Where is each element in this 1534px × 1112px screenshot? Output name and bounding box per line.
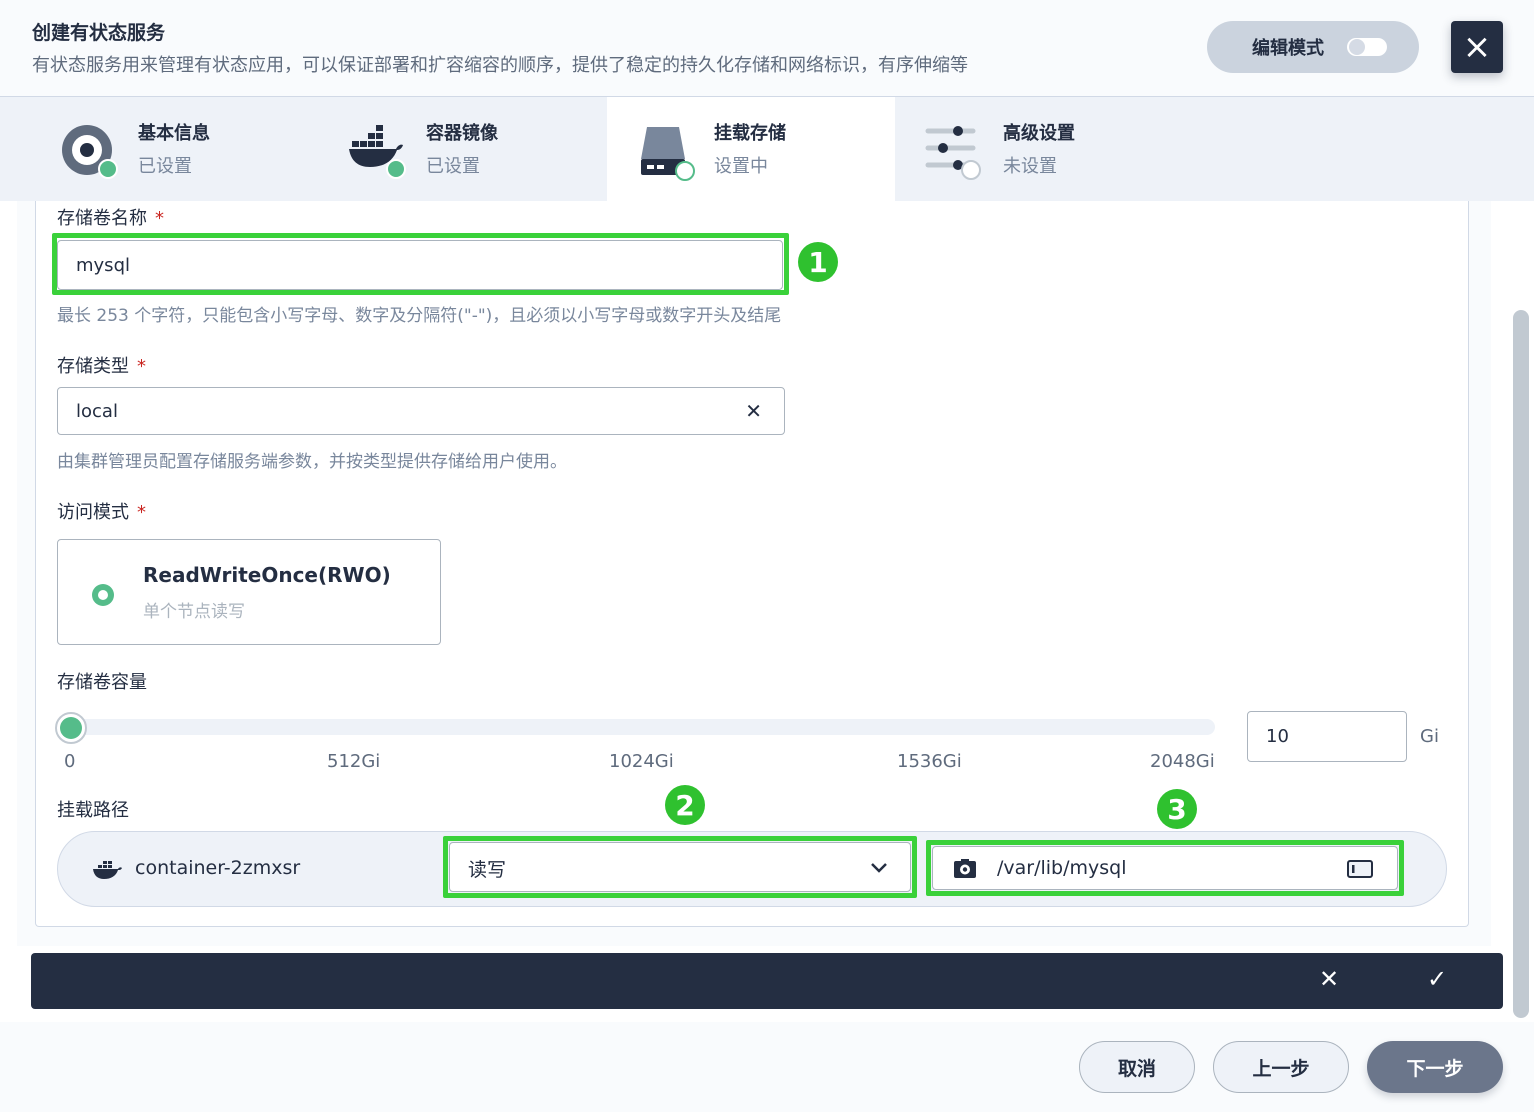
slider-tick: 1536Gi — [897, 751, 962, 772]
annotation-badge: 3 — [1157, 789, 1197, 829]
volume-name-label: 存储卷名称 * — [57, 208, 164, 229]
step-container-image[interactable]: 容器镜像 已设置 — [288, 97, 576, 201]
slider-tick: 1024Gi — [609, 751, 674, 772]
docker-icon — [93, 861, 122, 879]
storage-type-label: 存储类型 * — [57, 356, 146, 377]
slider-tick: 0 — [64, 751, 76, 772]
access-mode-name: ReadWriteOnce(RWO) — [143, 563, 391, 587]
close-icon: × — [1462, 27, 1492, 67]
storage-type-select[interactable]: local ✕ — [57, 387, 785, 435]
storage-type-value: local — [76, 400, 118, 422]
step-basic-info[interactable]: 基本信息 已设置 — [0, 97, 288, 201]
capacity-slider-handle[interactable] — [55, 712, 87, 744]
access-mode-option[interactable]: ReadWriteOnce(RWO) 单个节点读写 — [57, 539, 441, 645]
container-name: container-2zmxsr — [135, 857, 301, 879]
step-advanced-settings[interactable]: 高级设置 未设置 — [895, 97, 1183, 201]
modal-header: 创建有状态服务 有状态服务用来管理有状态应用，可以保证部署和扩容缩容的顺序，提供… — [0, 0, 1534, 97]
cancel-button[interactable]: 取消 — [1079, 1041, 1195, 1093]
mount-path-label: 挂载路径 — [57, 800, 129, 821]
annotation-badge: 2 — [665, 785, 705, 825]
slider-tick: 512Gi — [327, 751, 381, 772]
step-name: 基本信息 — [138, 123, 210, 144]
next-step-button[interactable]: 下一步 — [1367, 1041, 1503, 1093]
step-status: 已设置 — [138, 156, 192, 177]
step-status-dot — [386, 159, 406, 179]
step-tabs: 基本信息 已设置 容器镜像 已设置 挂载存储 设置中 高级设置 未设置 — [0, 97, 1534, 201]
step-status-dot — [961, 160, 981, 180]
step-status-dot — [98, 159, 118, 179]
edit-mode-label: 编辑模式 — [1252, 38, 1324, 59]
annotation-badge: 1 — [798, 242, 838, 282]
step-status: 已设置 — [426, 156, 480, 177]
volume-name-hint: 最长 253 个字符，只能包含小写字母、数字及分隔符("-")，且必须以小写字母… — [57, 306, 782, 326]
modal-title: 创建有状态服务 — [32, 22, 166, 44]
radio-selected-icon[interactable] — [92, 584, 114, 606]
step-status-dot — [675, 161, 695, 181]
capacity-unit: Gi — [1420, 726, 1439, 747]
step-mount-storage[interactable]: 挂载存储 设置中 — [607, 97, 895, 201]
access-mode-label: 访问模式 * — [57, 502, 146, 523]
access-mode-desc: 单个节点读写 — [143, 602, 245, 622]
scrollbar[interactable] — [1513, 310, 1529, 1018]
step-name: 容器镜像 — [426, 123, 498, 144]
step-status: 未设置 — [1003, 156, 1057, 177]
capacity-label: 存储卷容量 — [57, 672, 147, 693]
modal-subtitle: 有状态服务用来管理有状态应用，可以保证部署和扩容缩容的顺序，提供了稳定的持久化存… — [32, 55, 968, 76]
step-status: 设置中 — [714, 156, 768, 177]
volume-action-bar: ✕ ✓ — [31, 953, 1503, 1009]
capacity-input[interactable]: 10 — [1247, 711, 1407, 762]
clear-icon[interactable]: ✕ — [745, 399, 762, 423]
toggle-switch-icon[interactable] — [1347, 38, 1387, 56]
highlight-box — [52, 233, 789, 295]
slider-tick: 2048Gi — [1150, 751, 1215, 772]
highlight-box — [926, 840, 1404, 896]
storage-type-hint: 由集群管理员配置存储服务端参数，并按类型提供存储给用户使用。 — [57, 452, 567, 472]
close-button[interactable]: × — [1451, 21, 1503, 73]
confirm-icon[interactable]: ✓ — [1427, 965, 1447, 993]
capacity-value: 10 — [1266, 726, 1289, 747]
cancel-icon[interactable]: ✕ — [1319, 965, 1339, 993]
capacity-slider-track[interactable] — [63, 719, 1215, 735]
highlight-box — [443, 836, 917, 898]
edit-mode-toggle[interactable]: 编辑模式 — [1207, 21, 1419, 73]
previous-step-button[interactable]: 上一步 — [1213, 1041, 1349, 1093]
step-name: 高级设置 — [1003, 123, 1075, 144]
step-name: 挂载存储 — [714, 123, 786, 144]
